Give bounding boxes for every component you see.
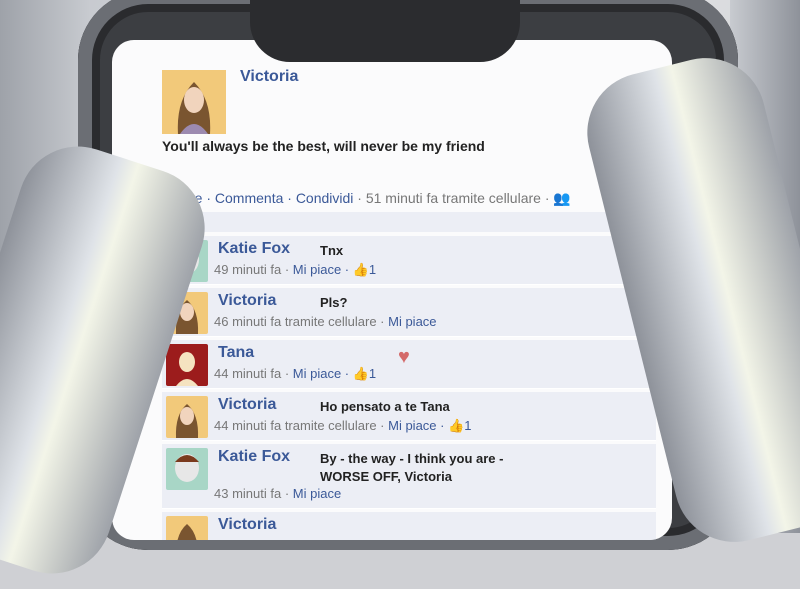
comment-meta: 46 minuti fa tramite cellulare · Mi piac… bbox=[214, 314, 437, 329]
comment-text: Tnx bbox=[320, 243, 344, 258]
comment-meta: 44 minuti fa tramite cellulare · Mi piac… bbox=[214, 418, 472, 434]
like-link[interactable]: Mi piace bbox=[293, 366, 341, 381]
like-count[interactable]: · 👍1 bbox=[341, 366, 376, 381]
comment-4: Victoria Ho pensato a te Tana 44 minuti … bbox=[162, 392, 656, 441]
comment-6: Victoria bbox=[162, 512, 656, 540]
comment-time: 49 minuti fa · bbox=[214, 262, 293, 277]
heart-icon: ♥ bbox=[398, 346, 410, 368]
comment-avatar bbox=[166, 448, 208, 490]
comment-time: 46 minuti fa tramite cellulare · bbox=[214, 314, 389, 329]
comment-text: Ho pensato a te Tana bbox=[320, 399, 450, 414]
comment-author[interactable]: Victoria bbox=[218, 396, 276, 414]
like-count[interactable]: · 👍1 bbox=[437, 418, 471, 433]
post-meta: · 51 minuti fa tramite cellulare · bbox=[353, 190, 554, 206]
comment-author[interactable]: Katie Fox bbox=[218, 448, 290, 466]
like-link[interactable]: Mi piace bbox=[293, 262, 341, 277]
comment-author[interactable]: Tana bbox=[218, 344, 254, 362]
phone-notch bbox=[250, 0, 520, 62]
post-actions[interactable]: i piace · Commenta · Condividi · 51 minu… bbox=[162, 190, 571, 207]
comment-avatar bbox=[166, 516, 208, 540]
post-author[interactable]: Victoria bbox=[240, 68, 298, 86]
comment-author[interactable]: Victoria bbox=[218, 516, 276, 534]
post-text: You'll always be the best, will never be… bbox=[162, 138, 485, 154]
comment-time: 44 minuti fa · bbox=[214, 366, 293, 381]
comment-avatar bbox=[166, 396, 208, 438]
comment-author[interactable]: Victoria bbox=[218, 292, 276, 310]
comment-time: 44 minuti fa tramite cellulare · bbox=[214, 418, 389, 433]
comment-meta: 44 minuti fa · Mi piace · 👍1 bbox=[214, 366, 376, 382]
phone-screen: Victoria You'll always be the best, will… bbox=[112, 40, 672, 540]
comment-1: Katie Fox Tnx 49 minuti fa · Mi piace · … bbox=[162, 236, 656, 285]
like-strip bbox=[162, 212, 652, 232]
comment-5: Katie Fox By - the way - I think you are… bbox=[162, 444, 656, 509]
comment-meta: 43 minuti fa · Mi piace bbox=[214, 486, 341, 501]
like-link[interactable]: Mi piace bbox=[293, 486, 341, 501]
people-icon: 👥 bbox=[553, 190, 571, 206]
comment-2: Victoria Pls? 46 minuti fa tramite cellu… bbox=[162, 288, 656, 337]
comment-3: Tana ♥ 44 minuti fa · Mi piace · 👍1 bbox=[162, 340, 656, 389]
comment-text: By - the way - I think you are - WORSE O… bbox=[320, 451, 504, 484]
comment-author[interactable]: Katie Fox bbox=[218, 240, 290, 258]
comment-avatar bbox=[166, 344, 208, 386]
comment-meta: 49 minuti fa · Mi piace · 👍1 bbox=[214, 262, 376, 278]
post-avatar bbox=[162, 70, 226, 134]
comment-text: Pls? bbox=[320, 295, 348, 310]
like-link[interactable]: Mi piace bbox=[388, 418, 436, 433]
like-count[interactable]: · 👍1 bbox=[341, 262, 376, 277]
comment-time: 43 minuti fa · bbox=[214, 486, 293, 501]
like-link[interactable]: Mi piace bbox=[388, 314, 436, 329]
